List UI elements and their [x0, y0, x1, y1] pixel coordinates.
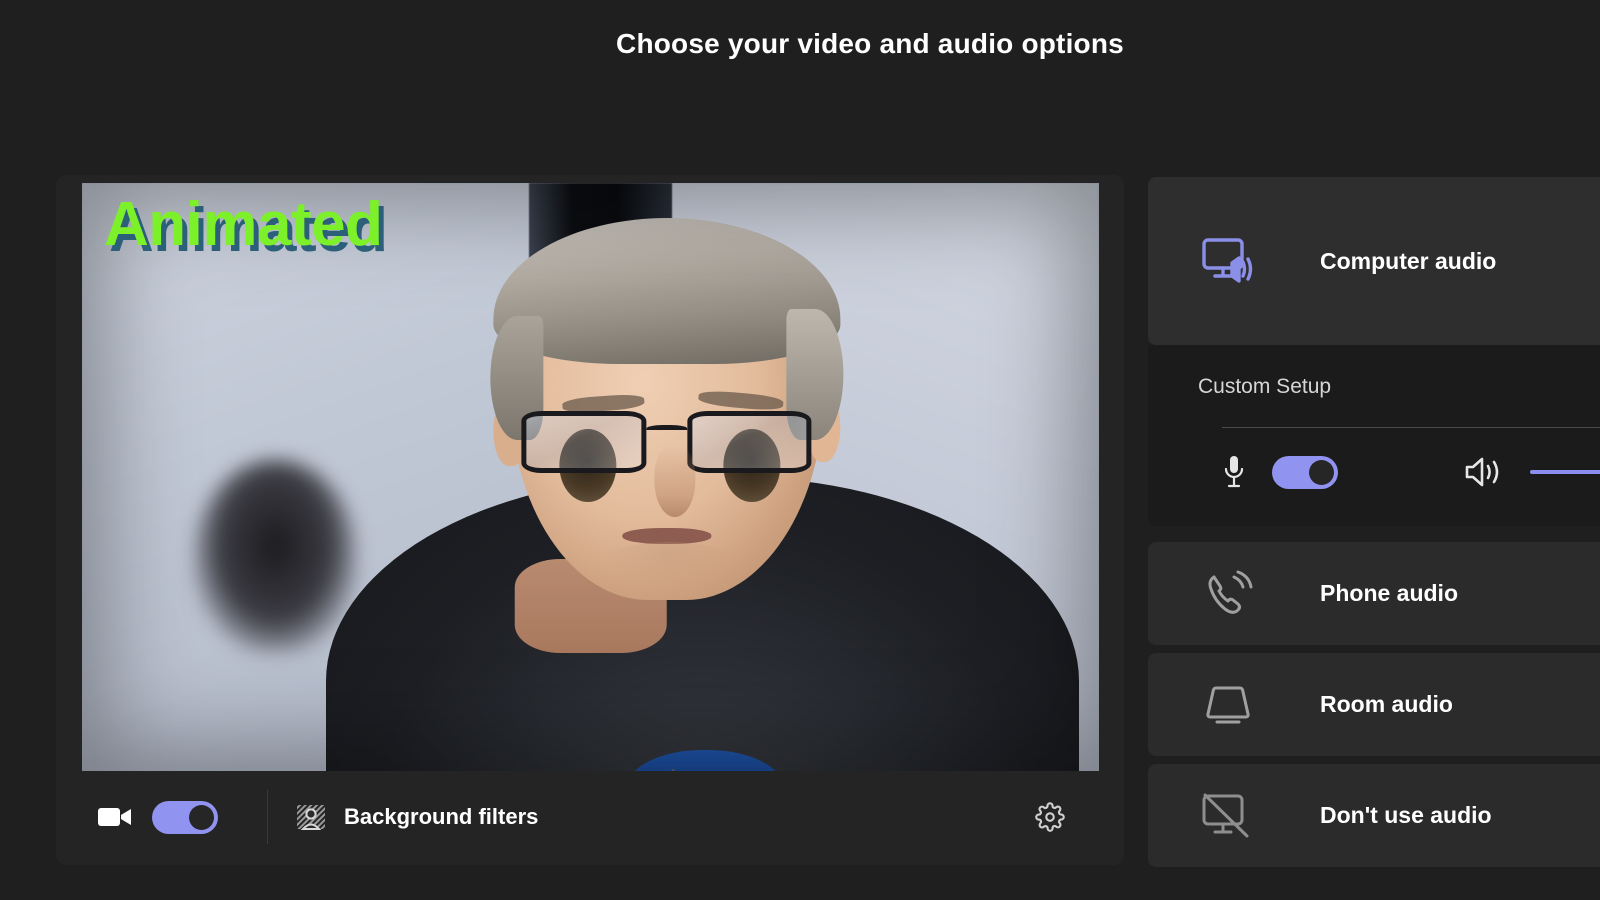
custom-setup-title: Custom Setup [1198, 375, 1332, 398]
computer-audio-muted-icon [1200, 791, 1256, 841]
microphone-toggle-knob [1309, 459, 1334, 485]
computer-speaker-icon [1200, 236, 1256, 286]
person-eyebrow-right [697, 388, 784, 411]
person-nose [654, 443, 696, 517]
video-controls-bar: Background filters [82, 777, 1099, 857]
speaker-volume-slider[interactable] [1530, 470, 1600, 474]
custom-setup-section: Custom Setup [1148, 345, 1600, 526]
video-self-preview: Animated [82, 183, 1099, 771]
phone-ringing-icon [1200, 569, 1256, 619]
custom-setup-controls [1198, 454, 1600, 490]
audio-option-phone-audio[interactable]: Phone audio [1148, 542, 1600, 645]
audio-options-panel: Computer audio Custom Setup Phone audio … [1148, 177, 1600, 875]
audio-option-dont-use-audio[interactable]: Don't use audio [1148, 764, 1600, 867]
audio-option-label: Computer audio [1320, 247, 1497, 274]
speaker-volume-group [1464, 455, 1600, 489]
camera-toggle-knob [189, 804, 214, 830]
video-settings-button[interactable] [1035, 802, 1065, 832]
person-head [490, 217, 844, 601]
audio-option-room-audio[interactable]: Room audio [1148, 653, 1600, 756]
page-title: Choose your video and audio options [616, 28, 1124, 59]
camera-toggle[interactable] [152, 800, 218, 834]
gear-icon [1035, 802, 1065, 832]
audio-option-label: Room audio [1320, 691, 1453, 717]
background-filters-icon [296, 802, 326, 832]
camera-toggle-group[interactable] [82, 790, 268, 844]
audio-option-computer-audio[interactable]: Computer audio [1148, 177, 1600, 345]
video-camera-icon [98, 805, 132, 829]
speaker-icon [1464, 455, 1504, 489]
video-preview-panel: Animated Background filters [56, 175, 1124, 865]
scene-blurred-object [193, 459, 357, 654]
glasses-lens-right [687, 410, 812, 473]
room-device-icon [1200, 680, 1256, 730]
microphone-toggle[interactable] [1272, 455, 1338, 489]
microphone-icon [1222, 454, 1246, 490]
webcam-scene [82, 183, 1099, 771]
audio-option-label: Phone audio [1320, 580, 1458, 606]
background-filters-label: Background filters [344, 804, 539, 829]
custom-setup-divider [1222, 427, 1600, 428]
audio-option-label: Don't use audio [1320, 802, 1492, 828]
glasses-bridge [646, 424, 688, 434]
glasses-lens-left [521, 410, 647, 473]
background-filters-button[interactable]: Background filters [296, 802, 538, 832]
video-overlay-text: Animated [104, 190, 383, 259]
person-chin [597, 542, 743, 594]
